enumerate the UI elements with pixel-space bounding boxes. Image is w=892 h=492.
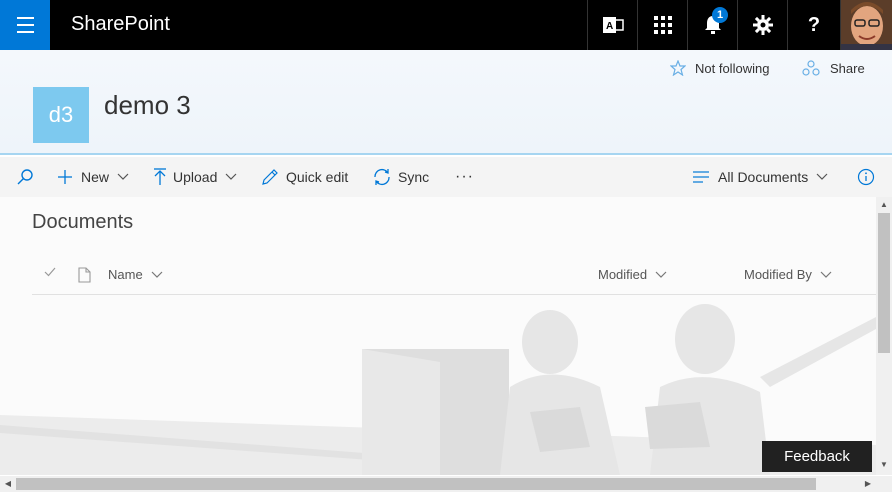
quick-edit-button[interactable]: Quick edit (261, 157, 348, 197)
sync-icon (374, 169, 390, 185)
name-column-label: Name (108, 267, 143, 282)
pencil-icon (262, 169, 278, 185)
scroll-right-arrow[interactable]: ▶ (860, 476, 876, 492)
menu-icon-bar (17, 31, 34, 33)
star-icon (670, 60, 686, 76)
upload-button[interactable]: Upload (153, 157, 237, 197)
document-library: Documents Name Modified Modified By (0, 197, 876, 475)
view-selector[interactable]: All Documents (693, 157, 828, 197)
info-icon (857, 168, 875, 186)
site-header: Not following Share d3 demo 3 (0, 50, 892, 155)
sync-label: Sync (398, 169, 430, 185)
notifications-button[interactable]: 1 (687, 0, 737, 50)
question-icon: ? (807, 13, 821, 36)
search-button[interactable] (16, 157, 34, 197)
chevron-down-icon (225, 173, 237, 180)
modified-by-column-header[interactable]: Modified By (744, 267, 832, 282)
menu-icon-bar (17, 24, 34, 26)
office-app-button[interactable]: A (587, 0, 637, 50)
scroll-left-arrow[interactable]: ◀ (0, 476, 16, 492)
quick-edit-label: Quick edit (286, 169, 349, 185)
new-button[interactable]: New (57, 157, 129, 197)
new-label: New (81, 169, 110, 185)
name-column-header[interactable]: Name (108, 267, 163, 282)
site-logo[interactable]: d3 (33, 87, 89, 143)
user-avatar[interactable] (840, 0, 892, 50)
select-all-checkbox[interactable] (44, 267, 56, 277)
vertical-scrollbar[interactable]: ▲ ▼ (876, 197, 892, 475)
access-app-icon: A (602, 17, 624, 33)
horizontal-scrollbar[interactable]: ◀ ▶ (0, 476, 892, 492)
sync-button[interactable]: Sync (372, 157, 429, 197)
upload-label: Upload (173, 169, 218, 185)
app-launcher-button[interactable] (0, 0, 50, 50)
more-icon: ··· (455, 168, 474, 185)
site-title[interactable]: demo 3 (104, 90, 191, 121)
search-icon (17, 169, 33, 185)
background-image (0, 197, 876, 475)
help-button[interactable]: ? (787, 0, 840, 50)
feedback-button[interactable]: Feedback (762, 441, 872, 472)
chevron-down-icon (816, 173, 828, 180)
document-icon (78, 267, 91, 283)
grid-icon (653, 16, 672, 34)
svg-text:A: A (606, 21, 613, 32)
follow-label: Not following (695, 60, 770, 76)
avatar-photo (841, 0, 892, 50)
scroll-down-arrow[interactable]: ▼ (876, 457, 892, 473)
modified-column-label: Modified (598, 267, 648, 282)
view-label: All Documents (718, 169, 809, 185)
library-title: Documents (32, 211, 134, 233)
share-button[interactable]: Share (802, 60, 865, 76)
share-label: Share (830, 60, 865, 76)
suite-bar: SharePoint A 1 ? (0, 0, 892, 50)
vertical-scroll-thumb[interactable] (878, 213, 890, 353)
notification-badge: 1 (712, 7, 728, 23)
share-icon (802, 60, 820, 76)
chevron-down-icon (117, 173, 129, 180)
chevron-down-icon (820, 271, 832, 278)
app-name[interactable]: SharePoint (71, 11, 170, 37)
follow-button[interactable]: Not following (670, 60, 769, 76)
file-type-column[interactable] (78, 267, 91, 283)
apps-grid-button[interactable] (637, 0, 687, 50)
modified-column-header[interactable]: Modified (598, 267, 667, 282)
chevron-down-icon (655, 271, 667, 278)
plus-icon (58, 170, 72, 184)
upload-icon (154, 168, 166, 185)
info-button[interactable] (857, 157, 875, 197)
gear-icon (752, 15, 773, 35)
chevron-down-icon (151, 271, 163, 278)
more-button[interactable]: ··· (455, 157, 474, 197)
command-bar: New Upload Quick edit Sync ··· All Docum… (0, 157, 892, 197)
menu-icon-bar (17, 17, 34, 19)
horizontal-scroll-thumb[interactable] (16, 478, 816, 490)
modified-by-column-label: Modified By (744, 267, 812, 282)
scroll-up-arrow[interactable]: ▲ (876, 197, 892, 213)
column-header-row: Name Modified Modified By (32, 259, 876, 295)
check-icon (44, 267, 56, 277)
settings-button[interactable] (737, 0, 787, 50)
view-list-icon (693, 171, 709, 183)
